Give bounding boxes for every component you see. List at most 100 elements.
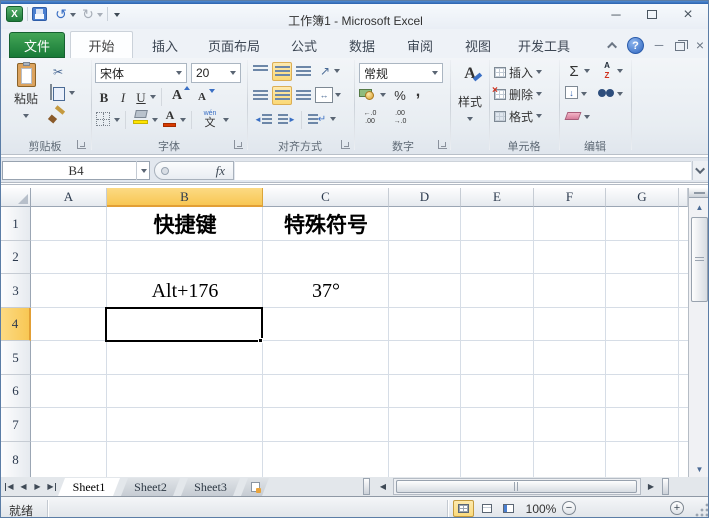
- autosum-button[interactable]: Σ: [565, 62, 583, 80]
- tab-file[interactable]: 文件: [9, 32, 65, 58]
- save-icon[interactable]: [32, 7, 47, 21]
- tab-data[interactable]: 数据: [333, 32, 391, 58]
- find-select-icon[interactable]: [598, 88, 614, 98]
- horizontal-scroll-thumb[interactable]: [396, 480, 637, 493]
- decrease-decimal-button[interactable]: .00 →.0: [387, 110, 413, 126]
- borders-icon[interactable]: [96, 112, 110, 126]
- insert-function-button[interactable]: fx: [154, 161, 234, 180]
- tab-scrollbar-split-handle[interactable]: [363, 478, 370, 495]
- tab-review[interactable]: 审阅: [391, 32, 449, 58]
- maximize-button[interactable]: [638, 4, 666, 25]
- cell-c3[interactable]: 37°: [263, 274, 389, 308]
- number-dialog-launcher[interactable]: [438, 140, 447, 149]
- tab-page-layout[interactable]: 页面布局: [195, 32, 273, 58]
- align-top-button[interactable]: [251, 63, 270, 80]
- column-header-a[interactable]: A: [31, 188, 107, 207]
- tab-view[interactable]: 视图: [449, 32, 507, 58]
- orientation-dropdown-caret[interactable]: [334, 69, 340, 73]
- font-name-combo[interactable]: 宋体: [95, 63, 187, 83]
- orientation-icon[interactable]: ↗: [316, 62, 334, 80]
- zoom-level[interactable]: 100%: [522, 502, 560, 516]
- fill-down-icon[interactable]: ↓: [565, 86, 578, 99]
- horizontal-split-handle[interactable]: [662, 478, 669, 495]
- column-header-f[interactable]: F: [534, 188, 606, 207]
- font-size-combo[interactable]: 20: [191, 63, 241, 83]
- accounting-format-icon[interactable]: [359, 87, 377, 101]
- tab-developer[interactable]: 开发工具: [507, 32, 581, 58]
- phonetic-dropdown-caret[interactable]: [223, 118, 229, 122]
- column-header-d[interactable]: D: [389, 188, 461, 207]
- sheet-tab-sheet2[interactable]: Sheet2: [121, 478, 180, 496]
- phonetic-guide-icon[interactable]: wén 文: [199, 107, 221, 129]
- autosum-dropdown-caret[interactable]: [584, 69, 590, 73]
- underline-button[interactable]: U: [133, 88, 149, 107]
- column-header-e[interactable]: E: [461, 188, 534, 207]
- scroll-right-icon[interactable]: ▶: [642, 477, 660, 496]
- merge-dropdown-caret[interactable]: [335, 93, 341, 97]
- sheet-tab-sheet3[interactable]: Sheet3: [181, 478, 240, 496]
- copy-icon[interactable]: [50, 84, 52, 100]
- clear-dropdown-caret[interactable]: [584, 115, 590, 119]
- active-cell-selection[interactable]: [105, 307, 263, 342]
- view-normal-button[interactable]: [453, 500, 474, 517]
- borders-dropdown-caret[interactable]: [114, 118, 120, 122]
- scroll-down-icon[interactable]: ▼: [689, 460, 708, 478]
- workbook-close-icon[interactable]: ×: [692, 37, 708, 53]
- name-box[interactable]: B4: [2, 161, 150, 180]
- horizontal-scrollbar[interactable]: [393, 478, 641, 495]
- row-header-1[interactable]: 1: [1, 207, 31, 241]
- column-header-g[interactable]: G: [606, 188, 679, 207]
- copy-dropdown-caret[interactable]: [69, 91, 75, 95]
- row-header-3[interactable]: 3: [1, 274, 31, 308]
- wrap-text-icon[interactable]: ↵: [307, 111, 327, 128]
- view-page-layout-button[interactable]: [476, 500, 497, 517]
- percent-style-button[interactable]: %: [391, 86, 409, 104]
- vertical-scroll-thumb[interactable]: [691, 217, 708, 302]
- cell-c1[interactable]: 特殊符号: [263, 207, 389, 241]
- alignment-dialog-launcher[interactable]: [341, 140, 350, 149]
- bold-button[interactable]: B: [95, 88, 113, 107]
- sort-filter-icon[interactable]: A Z: [599, 60, 615, 80]
- zoom-in-button[interactable]: +: [670, 501, 684, 515]
- sheet-tab-sheet1[interactable]: Sheet1: [58, 478, 120, 496]
- fill-dropdown-caret[interactable]: [581, 92, 587, 96]
- fill-color-dropdown-caret[interactable]: [152, 118, 158, 122]
- styles-button[interactable]: A 样式: [452, 61, 488, 133]
- cut-icon[interactable]: ✂: [48, 63, 68, 81]
- row-header-5[interactable]: 5: [1, 341, 31, 375]
- accounting-dropdown-caret[interactable]: [380, 93, 386, 97]
- help-icon[interactable]: ?: [627, 37, 644, 54]
- underline-dropdown-caret[interactable]: [150, 95, 156, 99]
- vertical-split-handle[interactable]: [689, 188, 708, 198]
- workbook-restore-icon[interactable]: [672, 38, 688, 54]
- redo-icon[interactable]: ↻: [80, 6, 96, 22]
- insert-worksheet-button[interactable]: [241, 478, 269, 496]
- align-middle-button[interactable]: [272, 62, 292, 81]
- clipboard-dialog-launcher[interactable]: [77, 140, 86, 149]
- font-dialog-launcher[interactable]: [234, 140, 243, 149]
- vertical-scrollbar[interactable]: ▲ ▼: [688, 188, 708, 478]
- find-dropdown-caret[interactable]: [617, 92, 623, 96]
- fill-color-icon[interactable]: [133, 110, 149, 124]
- close-button[interactable]: ×: [674, 4, 702, 25]
- column-header-partial[interactable]: [679, 188, 688, 207]
- align-center-button[interactable]: [272, 86, 292, 105]
- align-left-button[interactable]: [251, 87, 270, 104]
- align-bottom-button[interactable]: [294, 63, 313, 80]
- next-sheet-button[interactable]: ▶: [31, 477, 44, 496]
- row-header-4[interactable]: 4: [1, 308, 31, 341]
- delete-cells-button[interactable]: × 删除: [492, 85, 543, 103]
- column-header-b[interactable]: B: [107, 188, 263, 207]
- clear-icon[interactable]: [564, 112, 582, 120]
- excel-logo-icon[interactable]: X: [6, 6, 23, 22]
- wrap-dropdown-caret[interactable]: [330, 117, 336, 121]
- workbook-minimize-icon[interactable]: ─: [651, 37, 667, 53]
- collapse-ribbon-icon[interactable]: [605, 37, 621, 53]
- number-format-combo[interactable]: 常规: [359, 63, 443, 83]
- scroll-left-icon[interactable]: ◀: [374, 477, 392, 496]
- font-color-icon[interactable]: A: [163, 108, 177, 127]
- redo-dropdown-caret[interactable]: [97, 13, 103, 17]
- prev-sheet-button[interactable]: ◀: [17, 477, 30, 496]
- comma-style-button[interactable]: ,: [411, 82, 425, 102]
- row-header-2[interactable]: 2: [1, 241, 31, 274]
